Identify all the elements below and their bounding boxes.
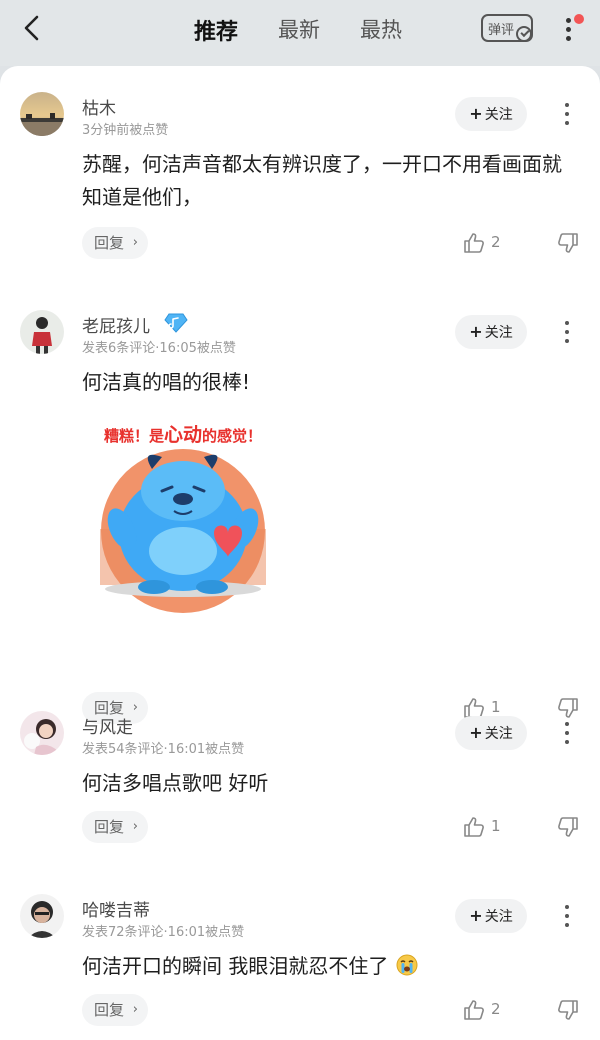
dislike-button[interactable] [557,816,581,842]
comment-text: 何洁真的唱的很棒! [82,370,251,394]
like-button[interactable]: 2 [463,230,507,256]
like-count: 1 [491,698,501,716]
avatar[interactable] [20,711,64,755]
username-text: 老屁孩儿 [82,317,150,337]
avatar[interactable] [20,310,64,354]
thumbs-up-icon [464,233,484,253]
comment-meta: 3分钟前被点赞 [82,123,169,138]
svg-text:糟糕！是心动的感觉！: 糟糕！是心动的感觉！ [104,424,262,446]
tab-hottest[interactable]: 最热 [360,14,402,44]
dot-icon [566,36,571,41]
username[interactable]: 老屁孩儿 [82,312,188,337]
follow-label: 关注 [484,325,513,341]
follow-button[interactable]: + 关注 [455,899,527,933]
thumbs-up-icon [464,817,484,837]
comment-meta: 发表54条评论·16:01被点赞 [82,742,245,757]
reply-label: 回复 [94,818,125,836]
comment-text: 何洁开口的瞬间 我眼泪就忍不住了 [82,950,572,983]
chevron-right-icon: › [132,235,138,250]
sticker-image[interactable]: 糟糕！是心动的感觉！ [82,411,284,613]
avatar-sunset-image [20,92,64,136]
like-button[interactable]: 1 [463,814,507,840]
follow-button[interactable]: + 关注 [455,315,527,349]
danmu-comment-toggle[interactable]: 弹评 [481,14,533,42]
sticker-caption-part: 的感觉！ [202,427,262,445]
comment-text-content: 何洁开口的瞬间 我眼泪就忍不住了 [82,954,389,978]
like-count: 1 [491,817,501,835]
comment-more-button[interactable] [560,319,574,345]
comment-more-button[interactable] [560,903,574,929]
username[interactable]: 枯木 [82,94,116,119]
comment-text: 何洁多唱点歌吧 好听 [82,771,269,795]
tab-latest[interactable]: 最新 [278,14,320,44]
tab-recommended[interactable]: 推荐 [194,14,238,46]
plus-icon: + [469,906,483,925]
blue-dog-heart-sticker: 糟糕！是心动的感觉！ [100,424,266,613]
comment-meta: 发表72条评论·16:01被点赞 [82,925,245,940]
follow-button[interactable]: + 关注 [455,97,527,131]
dislike-button[interactable] [557,232,581,258]
reply-button[interactable]: 回复 › [82,994,148,1026]
plus-icon: + [469,322,483,341]
like-count: 2 [491,233,501,251]
crying-emoji-icon [396,954,418,976]
chevron-right-icon: › [132,700,138,715]
plus-icon: + [469,104,483,123]
avatar[interactable] [20,92,64,136]
follow-label: 关注 [484,909,513,925]
check-circle-icon [516,26,532,42]
username[interactable]: 哈喽吉蒂 [82,896,150,921]
thumbs-down-icon [558,1000,578,1020]
more-options-button[interactable] [558,14,584,44]
dot-icon [566,27,571,32]
thumbs-down-icon [558,817,578,837]
follow-label: 关注 [484,726,513,742]
dislike-button[interactable] [557,999,581,1025]
chevron-right-icon: › [132,1002,138,1017]
comment-more-button[interactable] [560,720,574,746]
avatar-man-image [20,894,64,938]
sticker-caption-part: 糟糕！是 [104,427,165,445]
avatar-girl-image [20,711,64,755]
comment-text: 苏醒，何洁声音都太有辨识度了，一开口不用看画面就知道是他们， [82,152,562,209]
reply-label: 回复 [94,234,125,252]
reply-button[interactable]: 回复 › [82,227,148,259]
like-count: 2 [491,1000,501,1018]
thumbs-up-icon [464,1000,484,1020]
thumbs-down-icon [558,233,578,253]
comment-list: 枯木 3分钟前被点赞 + 关注 苏醒，何洁声音都太有辨识度了，一开口不用看画面就知… [0,66,600,1040]
chevron-right-icon: › [132,819,138,834]
follow-label: 关注 [484,107,513,123]
avatar-person-image [20,310,64,354]
follow-button[interactable]: + 关注 [455,716,527,750]
reply-label: 回复 [94,1001,125,1019]
notification-dot [574,14,584,24]
dot-icon [566,18,571,23]
reply-button[interactable]: 回复 › [82,811,148,843]
top-nav-bar: 推荐 最新 最热 弹评 [0,0,600,66]
danmu-label: 弹评 [488,23,515,38]
diamond-badge-icon [164,313,188,333]
username[interactable]: 与风走 [82,713,133,738]
sticker-caption-part: 心动 [164,424,202,446]
comment-meta: 发表6条评论·16:05被点赞 [82,341,236,356]
like-button[interactable]: 2 [463,997,507,1023]
comment-more-button[interactable] [560,101,574,127]
avatar[interactable] [20,894,64,938]
thumbs-down-icon [558,698,578,718]
plus-icon: + [469,723,483,742]
